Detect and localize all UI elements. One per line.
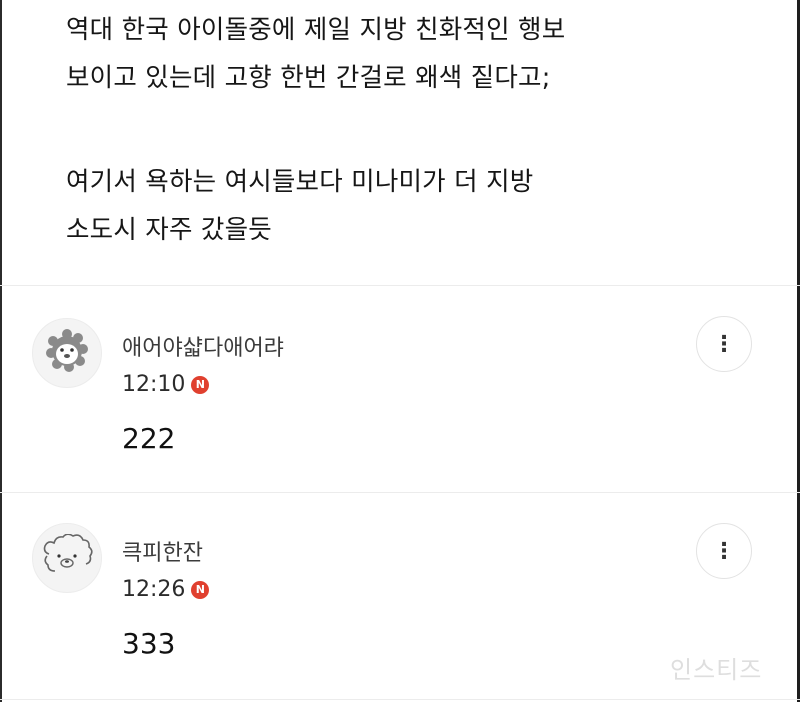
new-badge: N — [191, 580, 210, 599]
comment-time: 12:26 — [122, 577, 186, 602]
fluffy-dog-icon — [39, 533, 95, 582]
avatar[interactable] — [32, 318, 102, 388]
comment-time: 12:10 — [122, 372, 186, 397]
lion-face-icon — [45, 329, 89, 377]
post-line: 소도시 자주 갔을듯 — [66, 215, 272, 245]
more-vertical-icon: ⋮ — [713, 538, 735, 564]
divider — [0, 699, 800, 700]
comment-content: 222 — [122, 422, 176, 455]
comment-meta: 12:26 N — [122, 577, 210, 602]
comment-content: 333 — [122, 627, 176, 660]
avatar[interactable] — [32, 523, 102, 593]
divider — [0, 492, 800, 493]
comment-nickname[interactable]: 애어야샯다애어랴 — [122, 330, 284, 362]
divider — [0, 285, 800, 286]
post-line: 여기서 욕하는 여시들보다 미나미가 더 지방 — [66, 167, 534, 197]
more-vertical-icon: ⋮ — [713, 331, 735, 357]
watermark: 인스티즈 — [670, 656, 763, 684]
screen-edge-left — [0, 0, 2, 702]
post-body: 역대 한국 아이돌중에 제일 지방 친화적인 행보 보이고 있는데 고향 한번 … — [66, 6, 746, 254]
more-options-button[interactable]: ⋮ — [696, 523, 752, 579]
post-line: 보이고 있는데 고향 한번 간걸로 왜색 짙다고; — [66, 63, 551, 93]
comment-meta: 12:10 N — [122, 372, 210, 397]
comment-nickname[interactable]: 큭피한잔 — [122, 535, 203, 567]
new-badge: N — [191, 375, 210, 394]
more-options-button[interactable]: ⋮ — [696, 316, 752, 372]
post-line: 역대 한국 아이돌중에 제일 지방 친화적인 행보 — [66, 15, 566, 45]
